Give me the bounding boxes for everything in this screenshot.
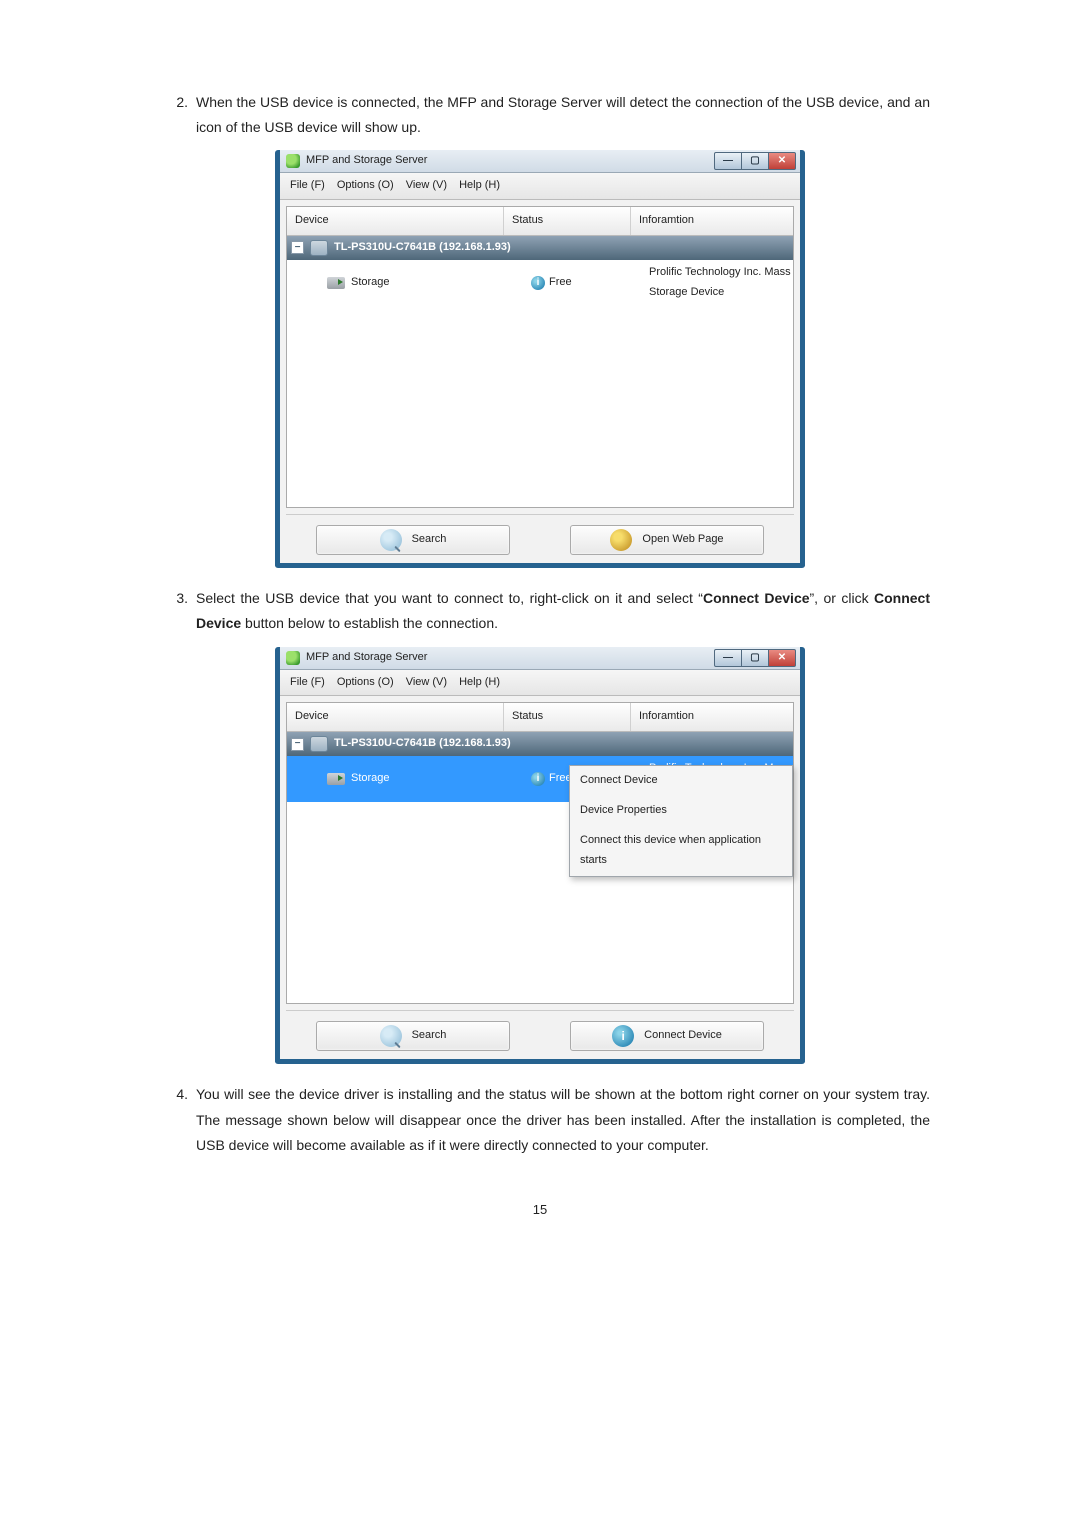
menubar: File (F) Options (O) View (V) Help (H) (280, 173, 800, 200)
collapse-icon[interactable]: − (291, 241, 304, 254)
device-name: Storage (351, 273, 390, 293)
minimize-button[interactable]: — (714, 649, 742, 667)
menu-help[interactable]: Help (H) (459, 176, 500, 196)
menubar: File (F) Options (O) View (V) Help (H) (280, 670, 800, 697)
step-text: You will see the device driver is instal… (196, 1082, 930, 1158)
app-icon (286, 154, 300, 168)
connect-device-label: Connect Device (644, 1026, 722, 1046)
maximize-button[interactable]: ▢ (742, 649, 769, 667)
button-bar: Search i Connect Device (286, 1010, 794, 1051)
step-number: 2. (150, 90, 196, 140)
search-button[interactable]: Search (316, 525, 510, 555)
step-number: 3. (150, 586, 196, 636)
app-window-1: MFP and Storage Server — ▢ ✕ File (F) Op… (275, 150, 805, 568)
menu-options[interactable]: Options (O) (337, 673, 394, 693)
page-number: 15 (150, 1198, 930, 1221)
context-menu: Connect Device Device Properties Connect… (569, 765, 793, 876)
device-list: Device Status Inforamtion − TL-PS310U-C7… (286, 206, 794, 508)
storage-icon (327, 277, 345, 289)
column-headers: Device Status Inforamtion (287, 207, 793, 236)
window-title: MFP and Storage Server (306, 648, 427, 668)
step-text: Select the USB device that you want to c… (196, 586, 930, 636)
info-icon: i (531, 772, 545, 786)
device-info: Prolific Technology Inc. Mass Storage De… (641, 263, 793, 303)
col-information[interactable]: Inforamtion (631, 703, 793, 731)
menu-view[interactable]: View (V) (406, 176, 447, 196)
col-status[interactable]: Status (504, 207, 631, 235)
col-device[interactable]: Device (287, 703, 504, 731)
server-label: TL-PS310U-C7641B (192.168.1.93) (334, 238, 511, 258)
menu-options[interactable]: Options (O) (337, 176, 394, 196)
menu-file[interactable]: File (F) (290, 673, 325, 693)
search-icon (380, 1025, 402, 1047)
close-button[interactable]: ✕ (769, 152, 796, 170)
search-label: Search (412, 530, 447, 550)
column-headers: Device Status Inforamtion (287, 703, 793, 732)
titlebar: MFP and Storage Server — ▢ ✕ (280, 647, 800, 670)
collapse-icon[interactable]: − (291, 738, 304, 751)
col-status[interactable]: Status (504, 703, 631, 731)
col-device[interactable]: Device (287, 207, 504, 235)
server-icon (310, 240, 328, 256)
step-text: When the USB device is connected, the MF… (196, 90, 930, 140)
step-number: 4. (150, 1082, 196, 1158)
maximize-button[interactable]: ▢ (742, 152, 769, 170)
server-row[interactable]: − TL-PS310U-C7641B (192.168.1.93) (287, 732, 793, 756)
device-status: Free (549, 273, 572, 293)
ctx-autostart-connect[interactable]: Connect this device when application sta… (570, 826, 792, 876)
search-icon (380, 529, 402, 551)
globe-icon (610, 529, 632, 551)
button-bar: Search Open Web Page (286, 514, 794, 555)
window-title: MFP and Storage Server (306, 151, 427, 171)
client-area: Device Status Inforamtion − TL-PS310U-C7… (280, 696, 800, 1059)
titlebar: MFP and Storage Server — ▢ ✕ (280, 150, 800, 173)
search-label: Search (412, 1026, 447, 1046)
storage-icon (327, 773, 345, 785)
col-information[interactable]: Inforamtion (631, 207, 793, 235)
client-area: Device Status Inforamtion − TL-PS310U-C7… (280, 200, 800, 563)
ctx-device-properties[interactable]: Device Properties (570, 796, 792, 826)
server-label: TL-PS310U-C7641B (192.168.1.93) (334, 734, 511, 754)
info-icon: i (612, 1025, 634, 1047)
search-button[interactable]: Search (316, 1021, 510, 1051)
device-name: Storage (351, 769, 390, 789)
close-button[interactable]: ✕ (769, 649, 796, 667)
device-row[interactable]: Storage i Free Prolific Technology Inc. … (287, 260, 793, 306)
menu-help[interactable]: Help (H) (459, 673, 500, 693)
app-icon (286, 651, 300, 665)
connect-device-button[interactable]: i Connect Device (570, 1021, 764, 1051)
menu-file[interactable]: File (F) (290, 176, 325, 196)
menu-view[interactable]: View (V) (406, 673, 447, 693)
open-web-page-label: Open Web Page (642, 530, 723, 550)
device-list: Device Status Inforamtion − TL-PS310U-C7… (286, 702, 794, 1004)
app-window-2: MFP and Storage Server — ▢ ✕ File (F) Op… (275, 647, 805, 1065)
info-icon: i (531, 276, 545, 290)
minimize-button[interactable]: — (714, 152, 742, 170)
ctx-connect-device[interactable]: Connect Device (570, 766, 792, 796)
server-row[interactable]: − TL-PS310U-C7641B (192.168.1.93) (287, 236, 793, 260)
server-icon (310, 736, 328, 752)
open-web-page-button[interactable]: Open Web Page (570, 525, 764, 555)
